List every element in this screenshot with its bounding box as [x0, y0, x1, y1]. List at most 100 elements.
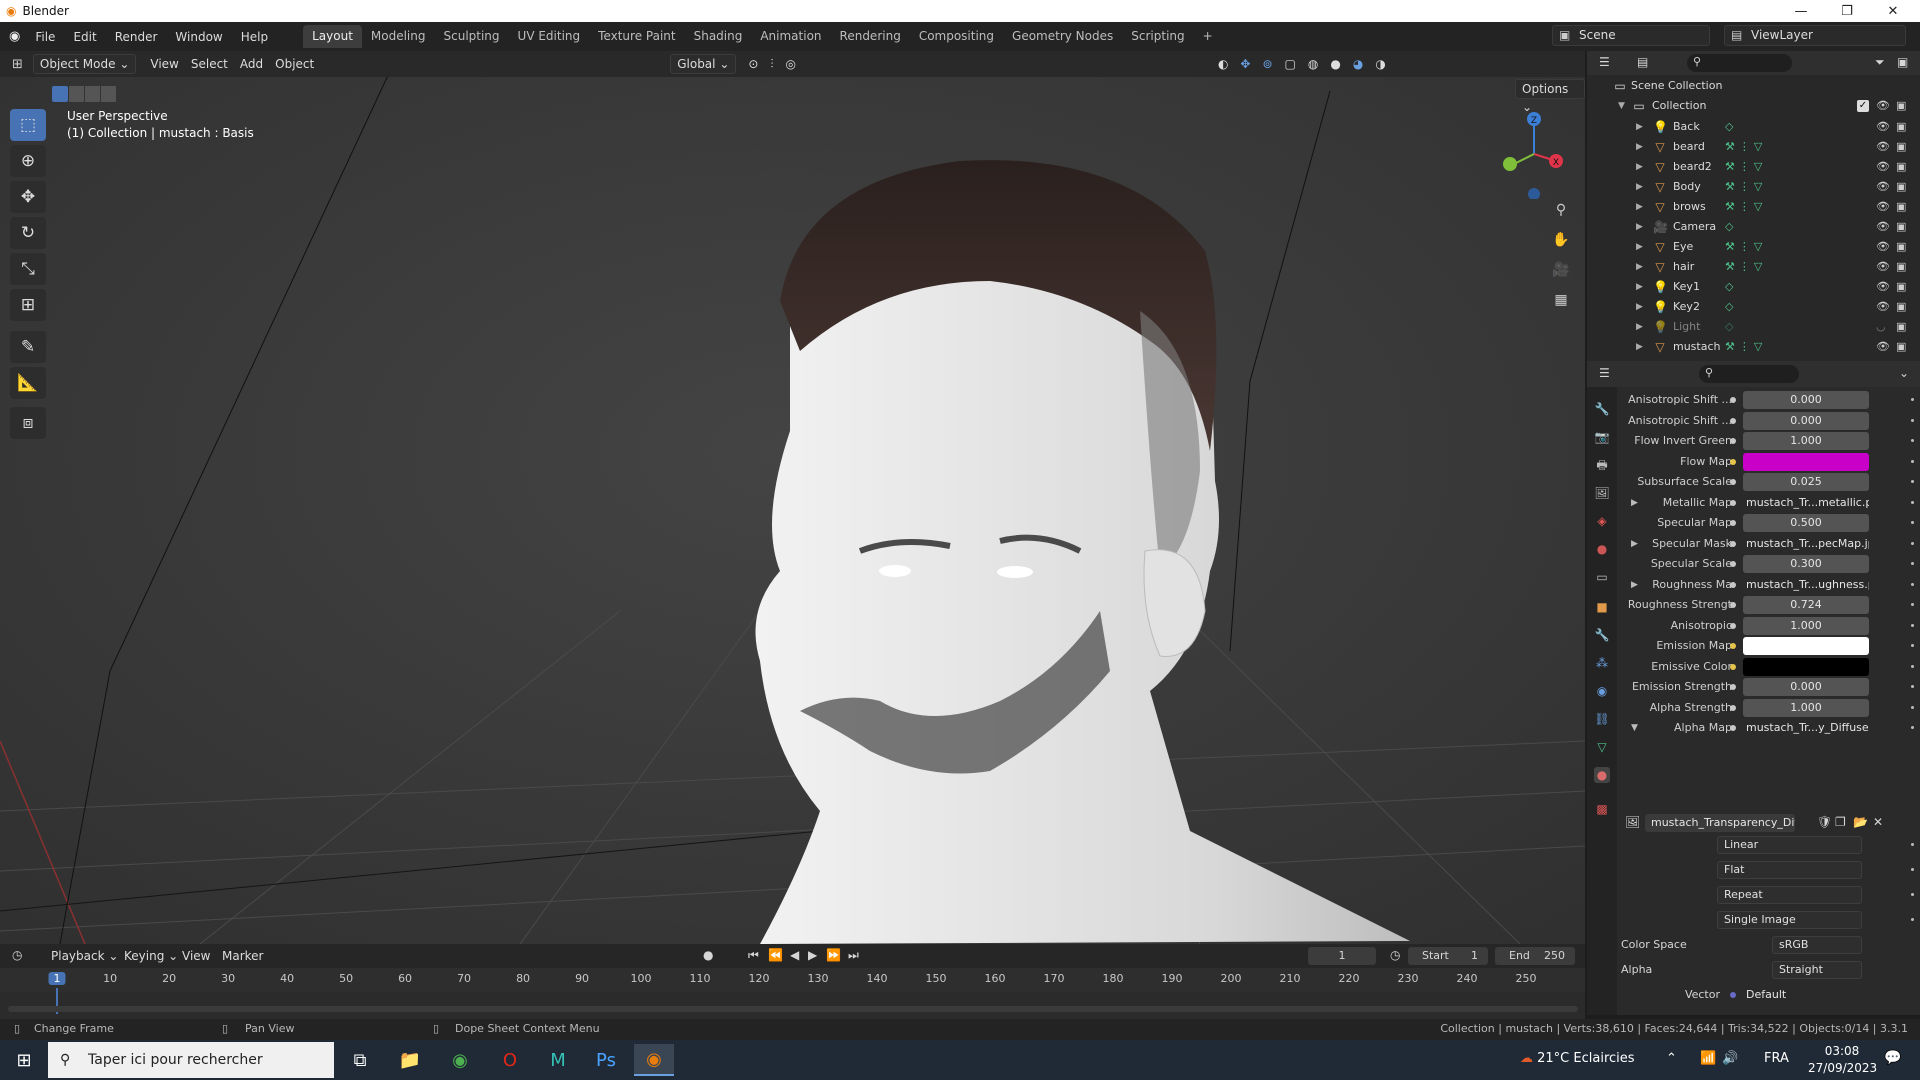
- input-socket[interactable]: [1730, 622, 1736, 629]
- input-socket[interactable]: [1730, 602, 1736, 608]
- outliner-editor-icon[interactable]: ☰: [1599, 55, 1610, 69]
- numeric-field[interactable]: 0.000: [1743, 411, 1869, 430]
- render-camera-icon[interactable]: ▣: [1896, 197, 1906, 217]
- workspace-tab-layout[interactable]: Layout: [303, 25, 362, 48]
- scale-tool[interactable]: ⤡: [10, 253, 46, 285]
- outliner-item-hair[interactable]: ▶ ▽ hair ⚒⋮▽ 👁 ▣: [1587, 257, 1920, 277]
- input-socket[interactable]: [1730, 479, 1736, 485]
- workspace-tab-shading[interactable]: Shading: [685, 25, 752, 48]
- outliner-item-camera[interactable]: ▶ 🎥 Camera ◇ 👁 ▣: [1587, 217, 1920, 237]
- viewport-menu-add[interactable]: Add: [234, 54, 269, 74]
- workspace-tab-scripting[interactable]: Scripting: [1122, 25, 1193, 48]
- object-data-icon[interactable]: ◇: [1725, 217, 1737, 237]
- keyframe-dot-icon[interactable]: [1911, 582, 1914, 586]
- end-frame-field[interactable]: End 250: [1495, 947, 1575, 965]
- texture-tab-icon[interactable]: ▩: [1594, 801, 1610, 817]
- collection-expand-arrow[interactable]: ▼: [1618, 96, 1625, 116]
- object-data-icon[interactable]: ⚒⋮▽: [1725, 197, 1766, 217]
- photoshop-icon[interactable]: Ps: [586, 1044, 626, 1076]
- keyframe-dot-icon[interactable]: [1911, 439, 1914, 442]
- timeline-menu-playback[interactable]: Playback ⌄: [45, 946, 124, 966]
- navigation-gizmo[interactable]: Z X: [1490, 109, 1570, 199]
- properties-editor-icon[interactable]: ☰: [1599, 366, 1610, 380]
- input-socket[interactable]: [1730, 520, 1736, 526]
- keyframe-dot-icon[interactable]: [1911, 644, 1914, 647]
- visibility-eye-icon[interactable]: 👁: [1876, 297, 1890, 317]
- keyframe-dot-icon[interactable]: [1911, 521, 1914, 524]
- outliner-item-body[interactable]: ▶ ▽ Body ⚒⋮▽ 👁 ▣: [1587, 177, 1920, 197]
- viewport-menu-select[interactable]: Select: [185, 54, 234, 74]
- render-camera-icon[interactable]: ▣: [1896, 157, 1906, 177]
- menu-edit[interactable]: Edit: [64, 26, 105, 48]
- gizmo-toggle-icon[interactable]: ✥: [1234, 54, 1256, 74]
- outliner-item-light[interactable]: ▶ 💡 Light ◇ ◡ ▣: [1587, 317, 1920, 337]
- pivot-icon[interactable]: ⊙: [742, 54, 764, 74]
- constraints-tab-icon[interactable]: ⛓: [1594, 711, 1610, 727]
- preview-range-icon[interactable]: ◷: [1390, 948, 1400, 962]
- input-socket[interactable]: [1730, 684, 1736, 690]
- tray-chevron-icon[interactable]: ⌃: [1666, 1051, 1677, 1066]
- maya-icon[interactable]: M: [538, 1044, 578, 1076]
- fake-user-icon[interactable]: 🛡: [1817, 815, 1832, 829]
- expand-arrow-icon[interactable]: ▶: [1636, 297, 1643, 317]
- expand-arrow-icon[interactable]: ▶: [1636, 177, 1643, 197]
- texture-name-field[interactable]: mustach_Tr...pecMap.jpg: [1743, 535, 1869, 553]
- camera-view-icon[interactable]: 🎥: [1547, 256, 1575, 284]
- play-reverse-icon[interactable]: ◀: [790, 948, 799, 962]
- keyframe-dot-icon[interactable]: [1911, 459, 1914, 463]
- transform-tool[interactable]: ⊞: [10, 289, 46, 321]
- keyframe-dot-icon[interactable]: [1911, 398, 1914, 401]
- move-tool[interactable]: ✥: [10, 181, 46, 213]
- minimize-button[interactable]: —: [1778, 0, 1824, 22]
- object-data-icon[interactable]: ⚒⋮▽: [1725, 137, 1766, 157]
- input-socket[interactable]: [1730, 417, 1736, 424]
- select-invert-icon[interactable]: [100, 86, 116, 102]
- object-data-icon[interactable]: ◇: [1725, 277, 1737, 297]
- data-tab-icon[interactable]: ▽: [1594, 739, 1610, 755]
- input-socket[interactable]: [1730, 561, 1736, 567]
- outliner-item-beard2[interactable]: ▶ ▽ beard2 ⚒⋮▽ 👁 ▣: [1587, 157, 1920, 177]
- keyframe-dot-icon[interactable]: [1911, 418, 1914, 422]
- expand-arrow-icon[interactable]: ▶: [1636, 257, 1643, 277]
- visibility-eye-icon[interactable]: 👁: [1876, 177, 1890, 197]
- workspace-tab-modeling[interactable]: Modeling: [362, 25, 435, 48]
- render-camera-icon[interactable]: ▣: [1896, 297, 1906, 317]
- timeline-scrollbar[interactable]: [8, 1006, 1578, 1012]
- keyframe-dot-icon[interactable]: [1911, 603, 1914, 606]
- current-frame-field[interactable]: 1: [1308, 947, 1376, 965]
- orientation-dropdown[interactable]: Global ⌄: [670, 54, 737, 74]
- viewport-menu-object[interactable]: Object: [269, 54, 320, 74]
- workspace-tab-animation[interactable]: Animation: [751, 25, 830, 48]
- workspace-tab-geometry-nodes[interactable]: Geometry Nodes: [1003, 25, 1122, 48]
- color-swatch[interactable]: [1743, 657, 1869, 676]
- numeric-field[interactable]: 0.724: [1743, 596, 1869, 614]
- filter-icon[interactable]: ⏷: [1875, 55, 1885, 70]
- speaker-icon[interactable]: 🔊: [1722, 1051, 1738, 1066]
- expand-arrow-icon[interactable]: ▶: [1636, 117, 1643, 137]
- 3d-viewport[interactable]: ⊞ Object Mode ⌄ View Select Add Object G…: [0, 51, 1585, 944]
- timeline-menu-marker[interactable]: Marker: [216, 946, 269, 966]
- jump-end-icon[interactable]: ⏭: [848, 948, 859, 963]
- clock-time[interactable]: 03:08: [1812, 1044, 1872, 1058]
- expand-arrow-icon[interactable]: ▶: [1636, 317, 1643, 337]
- workspace-tab-sculpting[interactable]: Sculpting: [435, 25, 509, 48]
- keyframe-dot-icon[interactable]: [1911, 726, 1914, 729]
- render-camera-icon[interactable]: ▣: [1896, 237, 1906, 257]
- perspective-toggle-icon[interactable]: ▦: [1547, 286, 1575, 314]
- expand-arrow-icon[interactable]: ▶: [1636, 157, 1643, 177]
- render-camera-icon[interactable]: ▣: [1896, 137, 1906, 157]
- expand-arrow-icon[interactable]: ▶: [1636, 337, 1643, 357]
- numeric-field[interactable]: 1.000: [1743, 432, 1869, 450]
- cursor-tool[interactable]: ⊕: [10, 145, 46, 177]
- object-data-icon[interactable]: ⚒⋮▽: [1725, 257, 1766, 277]
- blender-taskbar-icon[interactable]: ◉: [634, 1044, 674, 1076]
- expand-arrow-icon[interactable]: ▶: [1636, 277, 1643, 297]
- options-button[interactable]: Options ⌄: [1515, 79, 1585, 114]
- visibility-eye-icon[interactable]: 👁: [1876, 217, 1890, 237]
- outliner-item-mustach[interactable]: ▶ ▽ mustach ⚒⋮▽ 👁 ▣: [1587, 337, 1920, 357]
- numeric-field[interactable]: 0.500: [1743, 514, 1869, 532]
- overlay-toggle-icon[interactable]: ⊚: [1256, 54, 1278, 74]
- collection-checkbox[interactable]: ✓: [1857, 100, 1869, 112]
- object-data-icon[interactable]: ⚒⋮▽: [1725, 237, 1766, 257]
- expand-arrow-icon[interactable]: ▶: [1631, 574, 1638, 596]
